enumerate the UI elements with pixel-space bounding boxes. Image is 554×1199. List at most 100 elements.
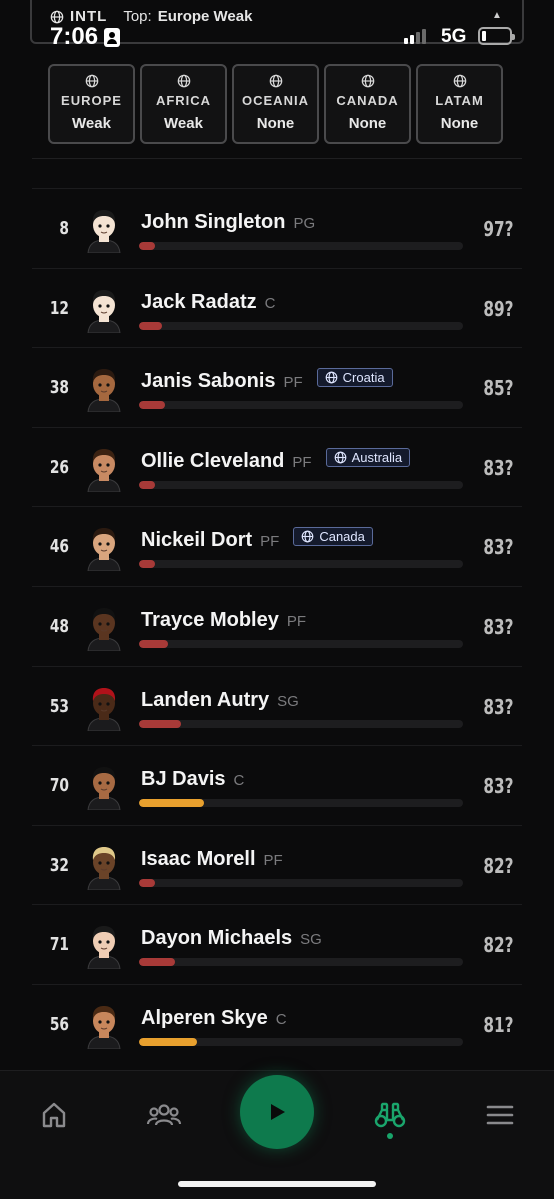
player-position: C xyxy=(275,1010,287,1028)
player-rank: 8 xyxy=(59,218,69,239)
player-name-line: Nickeil Dort PF Canada xyxy=(141,527,373,552)
player-row[interactable]: 26 Ollie Cleveland PF Australia 83? xyxy=(32,426,522,507)
region-card-europe[interactable]: EUROPE Weak xyxy=(48,64,135,144)
player-name-line: Janis Sabonis PF Croatia xyxy=(141,368,393,393)
play-button[interactable] xyxy=(240,1075,314,1149)
battery-icon xyxy=(478,27,515,45)
player-row[interactable]: 70 BJ Davis C 83? xyxy=(32,745,522,825)
player-position: PG xyxy=(293,215,316,232)
globe-icon xyxy=(334,451,346,464)
top-label: Top: xyxy=(123,8,152,25)
region-card-oceania[interactable]: OCEANIA None xyxy=(232,64,319,144)
progress-fill xyxy=(139,480,156,489)
progress-fill xyxy=(139,560,156,569)
progress-fill xyxy=(139,401,165,410)
player-overall: 97? xyxy=(482,217,513,241)
progress-bar xyxy=(139,242,463,250)
player-position: SG xyxy=(300,931,322,949)
player-overall: 83? xyxy=(482,614,513,639)
progress-fill xyxy=(139,719,182,728)
player-rank: 53 xyxy=(49,695,69,717)
player-name-line: Isaac Morell PF xyxy=(141,848,283,871)
player-rank: 48 xyxy=(49,615,69,637)
globe-icon xyxy=(85,74,98,88)
nav-home[interactable] xyxy=(32,1093,76,1137)
nav-menu[interactable] xyxy=(478,1093,522,1137)
region-name: OCEANIA xyxy=(242,93,309,108)
player-name: Dayon Michaels xyxy=(141,927,293,950)
progress-bar xyxy=(139,799,463,808)
player-name: BJ Davis xyxy=(141,768,226,791)
signal-icon xyxy=(404,28,426,44)
player-list: 8 John Singleton PG 97? 12 Jack Radatz C 89? 38 J… xyxy=(32,188,522,1064)
contact-badge-icon xyxy=(104,27,121,47)
region-state: None xyxy=(348,115,387,132)
globe-icon xyxy=(325,371,338,384)
player-row[interactable]: 48 Trayce Mobley PF 83? xyxy=(32,585,522,666)
player-overall: 85? xyxy=(482,376,513,401)
player-position: PF xyxy=(283,374,303,392)
binoculars-icon xyxy=(374,1102,406,1128)
play-icon xyxy=(271,1104,285,1120)
region-card-canada[interactable]: CANADA None xyxy=(324,64,411,144)
player-rank: 56 xyxy=(49,1013,69,1035)
progress-fill xyxy=(139,878,156,887)
progress-bar xyxy=(139,480,463,489)
player-row[interactable]: 71 Dayon Michaels SG 82? xyxy=(32,904,522,984)
player-name: Trayce Mobley xyxy=(141,608,279,631)
region-name: EUROPE xyxy=(61,93,122,108)
region-card-latam[interactable]: LATAM None xyxy=(416,64,503,144)
clock: 7:06 xyxy=(50,23,121,51)
player-row[interactable]: 46 Nickeil Dort PF Canada 83? xyxy=(32,506,522,586)
home-indicator[interactable] xyxy=(178,1181,376,1187)
player-name: Jack Radatz xyxy=(141,290,257,313)
player-position: C xyxy=(264,294,276,312)
menu-icon xyxy=(486,1105,514,1125)
player-name: Alperen Skye xyxy=(141,1006,268,1029)
player-avatar xyxy=(87,1005,121,1049)
player-name: Nickeil Dort xyxy=(141,529,253,552)
player-overall: 83? xyxy=(482,774,513,799)
country-badge: Australia xyxy=(325,447,411,467)
player-overall: 83? xyxy=(482,455,513,480)
player-position: C xyxy=(233,772,245,790)
player-rank: 38 xyxy=(49,377,69,399)
team-icon xyxy=(146,1104,182,1126)
player-row[interactable]: 32 Isaac Morell PF 82? xyxy=(32,824,522,905)
country-name: Australia xyxy=(351,449,403,465)
region-state: None xyxy=(440,115,479,132)
player-row[interactable]: 8 John Singleton PG 97? xyxy=(32,188,522,268)
nav-scout[interactable] xyxy=(368,1093,412,1137)
player-avatar xyxy=(87,687,121,731)
divider xyxy=(32,158,522,159)
progress-bar xyxy=(139,1037,463,1046)
player-avatar xyxy=(87,289,121,333)
player-overall: 89? xyxy=(482,296,513,321)
player-row[interactable]: 12 Jack Radatz C 89? xyxy=(32,267,522,348)
region-card-africa[interactable]: AFRICA Weak xyxy=(140,64,227,144)
player-avatar xyxy=(87,210,121,253)
progress-bar xyxy=(139,560,463,569)
player-avatar xyxy=(87,607,121,651)
player-name-line: Ollie Cleveland PF Australia xyxy=(141,447,411,473)
player-row[interactable]: 56 Alperen Skye C 81? xyxy=(32,983,522,1064)
player-row[interactable]: 53 Landen Autry SG 83? xyxy=(32,665,522,746)
region-state: None xyxy=(256,115,295,132)
nav-team[interactable] xyxy=(142,1093,186,1137)
bottom-nav xyxy=(0,1070,554,1199)
progress-bar xyxy=(139,958,463,967)
player-name-line: Trayce Mobley PF xyxy=(141,609,306,632)
progress-bar xyxy=(139,639,463,648)
progress-fill xyxy=(139,639,169,648)
progress-fill xyxy=(139,321,162,330)
player-avatar xyxy=(87,767,121,811)
player-avatar xyxy=(87,528,121,572)
player-avatar xyxy=(87,926,121,970)
globe-icon xyxy=(361,74,374,88)
progress-fill xyxy=(139,958,175,967)
globe-icon xyxy=(301,531,314,543)
player-rank: 71 xyxy=(49,934,69,956)
player-row[interactable]: 38 Janis Sabonis PF Croatia 85? xyxy=(32,347,522,427)
player-rank: 70 xyxy=(49,775,69,797)
home-icon xyxy=(42,1102,66,1128)
